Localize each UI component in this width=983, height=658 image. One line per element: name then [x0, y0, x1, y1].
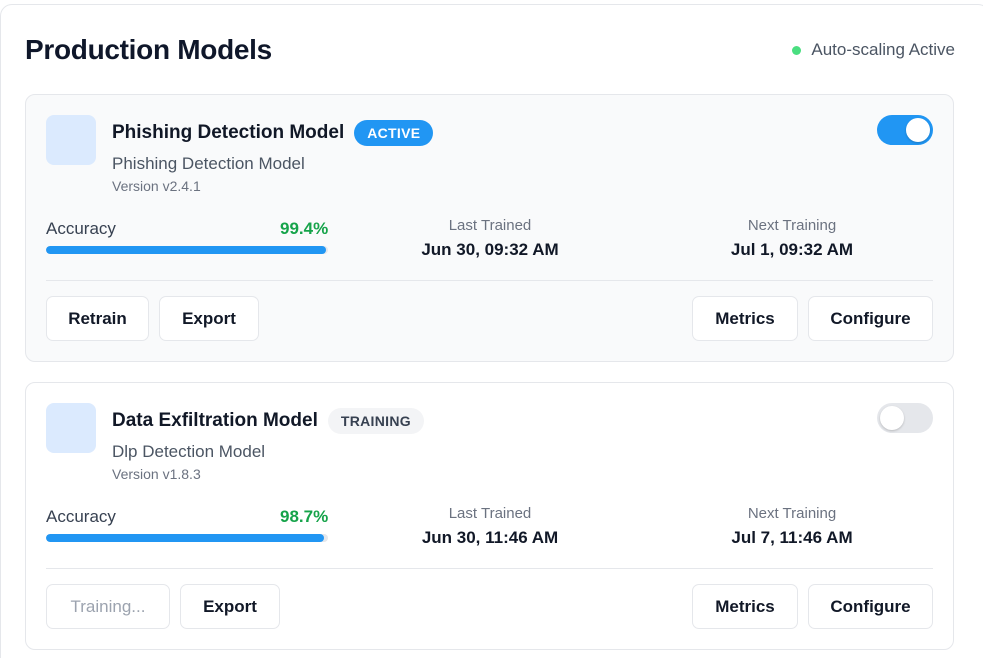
retrain-button[interactable]: Training...: [46, 584, 170, 629]
autoscaling-status: Auto-scaling Active: [792, 40, 955, 60]
model-card-phishing: Phishing Detection Model ACTIVE Phishing…: [25, 94, 954, 362]
next-training-label: Next Training: [747, 505, 837, 522]
next-training: Next Training Jul 7, 11:46 AM: [692, 505, 892, 548]
model-type: Dlp Detection Model: [112, 442, 266, 461]
accuracy-value: 99.4%: [280, 219, 329, 238]
page-title: Production Models: [25, 34, 272, 65]
next-training-value: Jul 7, 11:46 AM: [731, 528, 853, 547]
last-trained: Last Trained Jun 30, 11:46 AM: [390, 505, 590, 548]
last-trained-label: Last Trained: [448, 217, 532, 234]
model-name: Phishing Detection Model ACTIVE: [112, 120, 434, 146]
model-version: Version v1.8.3: [112, 466, 201, 482]
last-trained: Last Trained Jun 30, 09:32 AM: [390, 217, 590, 260]
next-training-label: Next Training: [747, 217, 837, 234]
divider: [46, 568, 933, 569]
accuracy-label: Accuracy: [46, 219, 116, 238]
model-enable-toggle[interactable]: [877, 403, 933, 433]
accuracy-bar-fill: [46, 246, 327, 254]
status-text: Auto-scaling Active: [811, 40, 955, 59]
configure-button[interactable]: Configure: [808, 584, 933, 629]
model-name: Data Exfiltration Model TRAINING: [112, 408, 424, 434]
accuracy-bar-fill: [46, 534, 325, 542]
accuracy-bar: [46, 246, 328, 254]
status-badge: TRAINING: [327, 408, 424, 434]
model-enable-toggle[interactable]: [877, 115, 933, 145]
export-button[interactable]: Export: [180, 584, 280, 629]
model-card-exfiltration: Data Exfiltration Model TRAINING Dlp Det…: [25, 382, 954, 650]
metrics-button[interactable]: Metrics: [692, 584, 798, 629]
accuracy-bar: [46, 534, 328, 542]
last-trained-value: Jun 30, 11:46 AM: [421, 528, 559, 547]
toggle-knob: [906, 118, 930, 142]
last-trained-value: Jun 30, 09:32 AM: [421, 240, 559, 259]
next-training: Next Training Jul 1, 09:32 AM: [692, 217, 892, 260]
accuracy-label: Accuracy: [46, 507, 116, 526]
configure-button[interactable]: Configure: [808, 296, 933, 341]
next-training-value: Jul 1, 09:32 AM: [730, 240, 854, 259]
toggle-knob: [880, 406, 904, 430]
model-icon: [46, 403, 96, 453]
divider: [46, 280, 933, 281]
status-dot-icon: [792, 45, 802, 55]
accuracy-value: 98.7%: [280, 507, 329, 526]
export-button[interactable]: Export: [159, 296, 259, 341]
model-version: Version v2.4.1: [112, 178, 201, 194]
model-icon: [46, 115, 96, 165]
retrain-button[interactable]: Retrain: [46, 296, 149, 341]
metrics-button[interactable]: Metrics: [692, 296, 798, 341]
status-badge: ACTIVE: [354, 120, 434, 146]
last-trained-label: Last Trained: [448, 505, 532, 522]
model-type: Phishing Detection Model: [112, 154, 305, 173]
